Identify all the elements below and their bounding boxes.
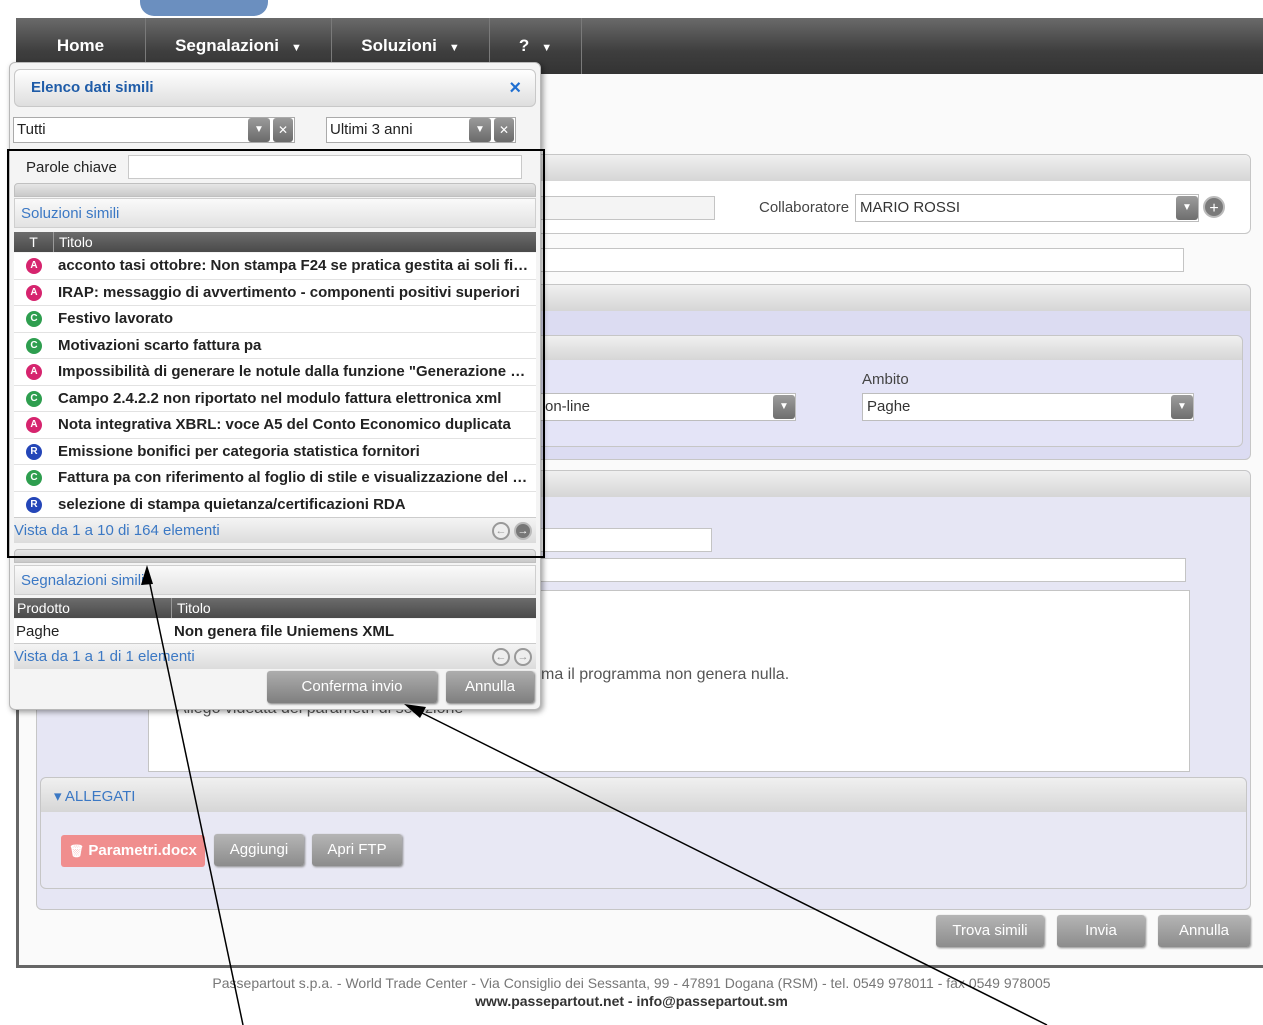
annotation-arrow-line <box>409 706 1048 1025</box>
annotation-arrows <box>141 565 1048 1025</box>
annotation-arrowhead <box>141 565 153 585</box>
annotation-arrowhead <box>404 704 426 718</box>
annotation-arrow-line <box>146 569 244 1025</box>
